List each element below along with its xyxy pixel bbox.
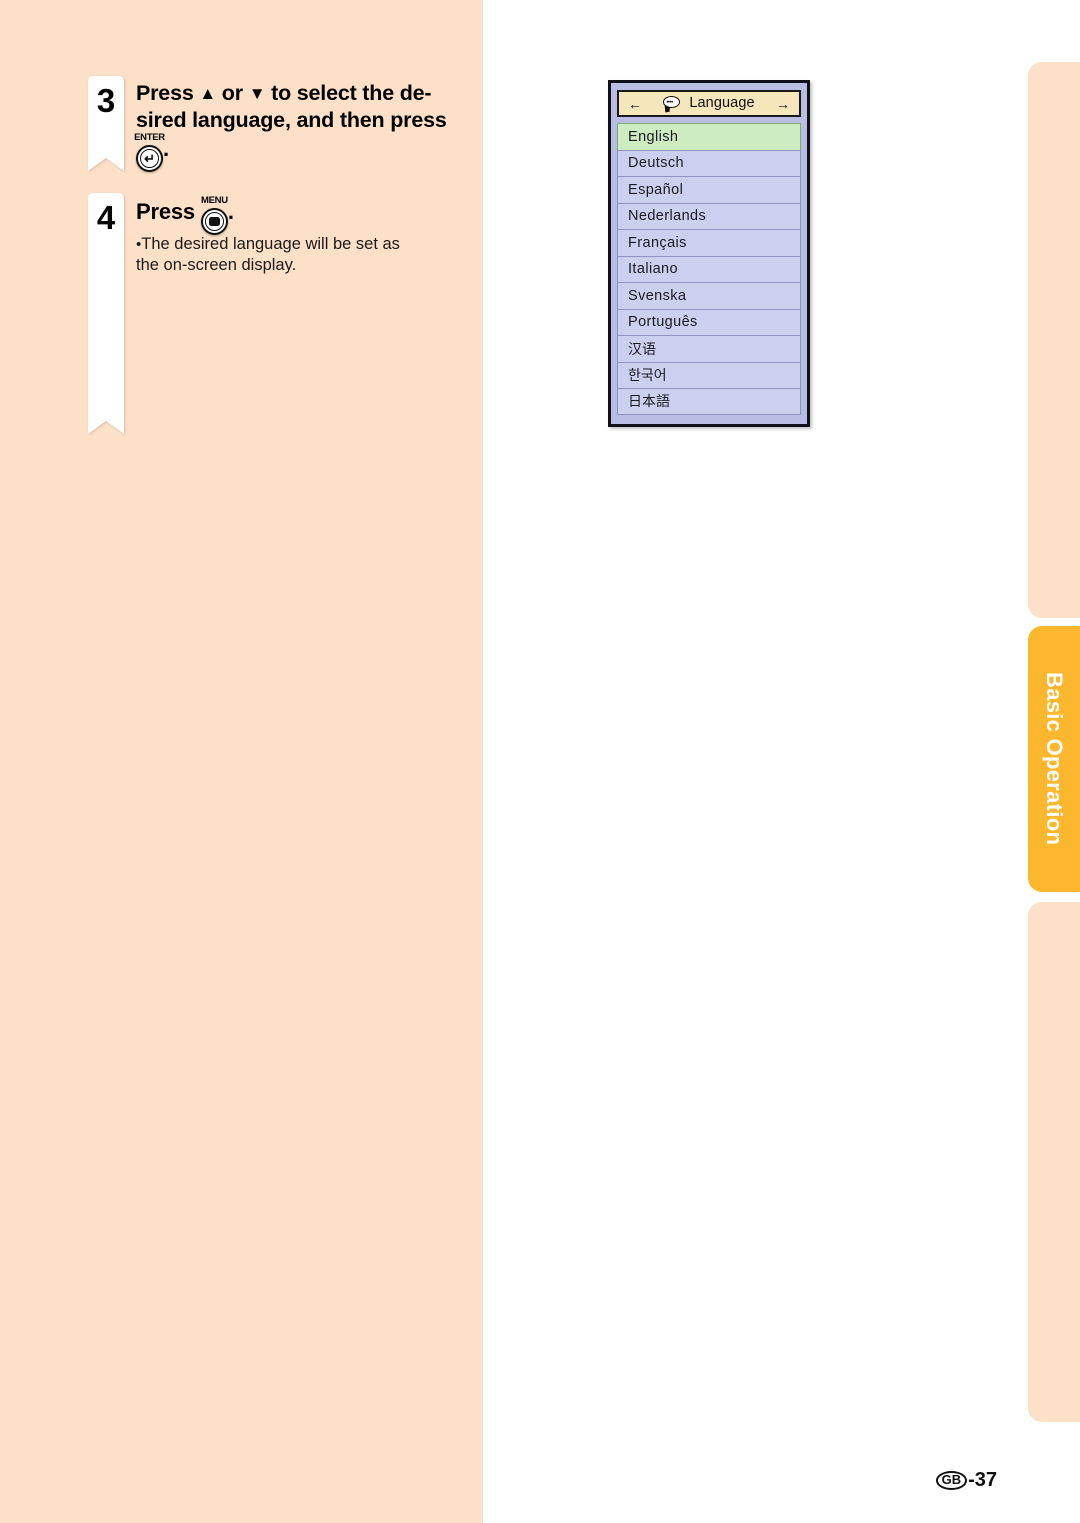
left-arrow-icon[interactable]: ← (628, 97, 642, 111)
down-arrow-icon: ▼ (248, 84, 266, 103)
osd-menu-header: ← •••• Language → (617, 90, 801, 117)
osd-language-menu: ← •••• Language → English Deutsch Españo… (608, 80, 810, 427)
language-option-espanol[interactable]: Español (617, 176, 801, 203)
step-4-period: . (227, 199, 234, 224)
osd-language-list: English Deutsch Español Nederlands Franç… (617, 123, 801, 415)
enter-key-cap-label: ENTER (134, 131, 165, 143)
step-4-note-line-2: the on-screen display. (136, 256, 297, 275)
step-4-note-text-1: The desired language will be set as (141, 235, 400, 253)
step-3-or-label: or (221, 81, 243, 105)
menu-key-inner-ring (204, 212, 224, 231)
step-4-press-label: Press (136, 199, 195, 224)
menu-key-cap-label: MENU (200, 195, 228, 206)
step-4-note-line-1: •The desired language will be set as (136, 234, 472, 255)
language-option-nederlands[interactable]: Nederlands (617, 202, 801, 229)
language-option-deutsch[interactable]: Deutsch (617, 149, 801, 176)
enter-key-inner-ring: ↵ (140, 148, 159, 168)
osd-menu-title: Language (689, 95, 755, 112)
edge-tab-label: Basic Operation (1042, 672, 1067, 846)
language-option-english[interactable]: English (617, 123, 801, 150)
menu-key-outer-ring (200, 208, 228, 235)
enter-button-icon: ENTER ↵ (134, 133, 165, 172)
step-4-note: •The desired language will be set as the… (136, 234, 472, 277)
menu-button-icon: MENU (200, 196, 228, 235)
region-code-badge: GB (935, 1470, 968, 1490)
edge-tab-inactive-lower[interactable] (1028, 902, 1080, 1422)
language-option-portugues[interactable]: Português (617, 308, 801, 335)
speech-bubble-dots: •••• (666, 99, 673, 106)
language-option-japanese[interactable]: 日本語 (617, 388, 801, 415)
page-number: -37 (968, 1469, 997, 1491)
enter-key-outer-ring: ↵ (136, 144, 163, 172)
step-number-4: 4 (96, 199, 116, 236)
edge-tab-inactive-upper[interactable] (1028, 62, 1080, 618)
language-option-italiano[interactable]: Italiano (617, 255, 801, 282)
step-3-tail-label: to select the de- (271, 81, 432, 105)
page-footer: GB -37 (935, 1469, 997, 1491)
up-arrow-icon: ▲ (199, 84, 217, 103)
step-3-press-label: Press (136, 81, 194, 105)
menu-screen-icon (208, 217, 220, 226)
language-option-korean[interactable]: 한국어 (617, 361, 801, 388)
step-3-line2-label: sired language, and then press (136, 108, 447, 133)
speech-bubble-icon: •••• (663, 96, 681, 113)
step-number-3: 3 (96, 82, 116, 119)
right-arrow-icon[interactable]: → (776, 97, 790, 111)
language-option-svenska[interactable]: Svenska (617, 282, 801, 309)
enter-return-arrow-icon: ↵ (144, 150, 155, 166)
step-3-instruction: Press ▲ or ▼ to select the de- sired lan… (134, 80, 472, 172)
language-option-francais[interactable]: Français (617, 229, 801, 256)
step-4-instruction: Press MENU . (136, 196, 472, 235)
language-option-chinese[interactable]: 汉语 (617, 335, 801, 362)
